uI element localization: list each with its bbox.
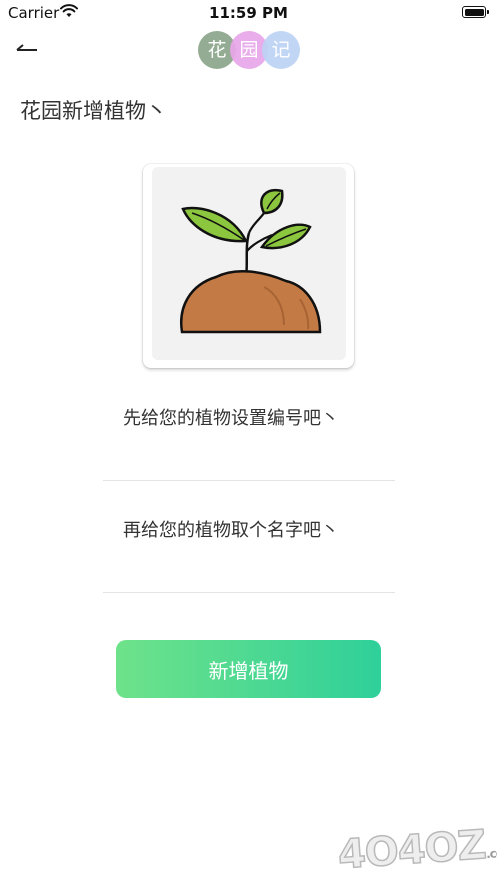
- field-divider: [103, 592, 395, 593]
- page-title: 花园新增植物丶: [20, 99, 167, 123]
- logo-char-3: 记: [262, 31, 300, 69]
- back-button[interactable]: [12, 36, 42, 62]
- watermark-suffix: .com: [485, 845, 497, 862]
- watermark-logo: 4O4OZ.com: [336, 821, 497, 881]
- plant-number-field: [103, 400, 395, 481]
- plant-name-input[interactable]: [103, 512, 395, 548]
- plant-name-field: [103, 512, 395, 593]
- watermark-text: 4O4OZ: [336, 821, 488, 879]
- back-arrow-icon: [16, 44, 37, 51]
- add-plant-button[interactable]: 新增植物: [116, 640, 381, 698]
- field-divider: [103, 480, 395, 481]
- plant-image: [152, 167, 346, 360]
- battery-icon: [462, 6, 489, 18]
- plant-image-card[interactable]: [143, 164, 354, 368]
- clock: 11:59 PM: [209, 4, 288, 22]
- sprout-in-soil-icon: [180, 188, 322, 334]
- status-bar: Carrier 11:59 PM: [0, 0, 497, 26]
- app-logo: 花 园 记: [198, 31, 302, 71]
- plant-number-input[interactable]: [103, 400, 395, 436]
